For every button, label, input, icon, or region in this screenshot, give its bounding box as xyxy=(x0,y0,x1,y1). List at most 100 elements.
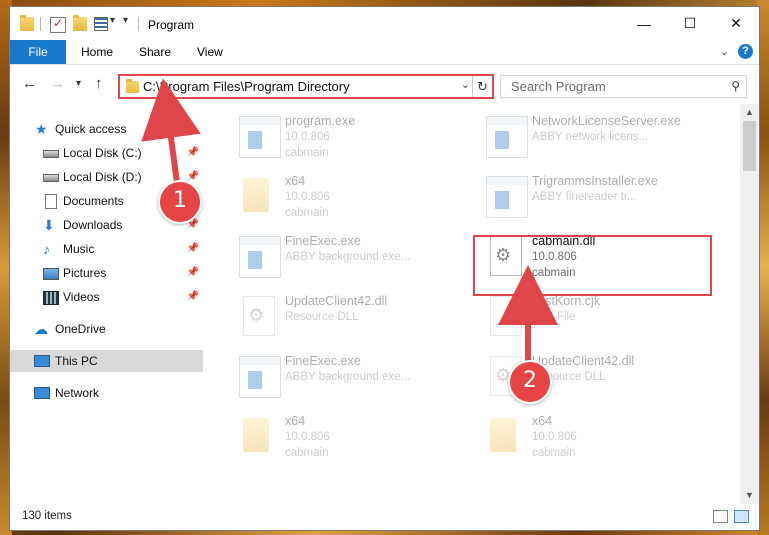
navigation-pane: ★ Quick access Local Disk (C:) 📌 Local D… xyxy=(10,104,203,504)
cloud-icon: ☁ xyxy=(34,321,48,337)
pin-icon[interactable]: 📌 xyxy=(187,238,199,260)
file-name: program.exe xyxy=(285,114,356,128)
divider xyxy=(40,17,41,31)
folder-icon xyxy=(243,178,269,212)
disk-icon xyxy=(43,150,59,158)
sidebar-item-network[interactable]: Network xyxy=(10,382,203,404)
sidebar-item-label: Music xyxy=(63,242,95,256)
close-button[interactable]: ✕ xyxy=(713,7,759,40)
address-bar[interactable]: C:\Program Files\Program Directory ⌄ ↻ xyxy=(118,74,494,99)
highlight-box xyxy=(473,235,712,296)
tab-home[interactable]: Home xyxy=(68,40,126,64)
file-name: x64 xyxy=(285,174,306,188)
new-folder-icon[interactable] xyxy=(73,15,87,31)
view-icon[interactable] xyxy=(94,17,108,31)
minimize-button[interactable]: — xyxy=(621,7,667,40)
file-name: TestKorn.cjk xyxy=(532,294,601,308)
sidebar-item-pictures[interactable]: Pictures 📌 xyxy=(10,262,203,284)
sidebar-item-label: OneDrive xyxy=(55,322,106,336)
folder-icon xyxy=(20,15,34,31)
file-detail: 10.0.806 xyxy=(285,131,330,143)
scroll-up-icon[interactable]: ▲ xyxy=(740,104,759,121)
list-item[interactable]: x64 10.0.806 cabmain xyxy=(233,408,468,462)
folder-icon xyxy=(243,418,269,452)
list-item[interactable]: NetworkLicenseServer.exe ABBY network li… xyxy=(480,108,715,162)
folder-icon xyxy=(126,79,139,93)
forward-button[interactable]: → xyxy=(50,75,65,92)
sidebar-item-label: Network xyxy=(55,386,100,400)
sidebar-item-local-disk-c[interactable]: Local Disk (C:) 📌 xyxy=(10,142,203,164)
folder-icon xyxy=(490,418,516,452)
large-icons-view-button[interactable] xyxy=(734,510,749,523)
file-list: program.exe 10.0.806 cabmain NetworkLice… xyxy=(203,104,740,504)
search-icon[interactable]: ⚲ xyxy=(731,79,740,93)
search-input[interactable] xyxy=(509,78,713,95)
list-item[interactable]: FineExec.exe ABBY background exe... xyxy=(233,348,468,402)
tab-view[interactable]: View xyxy=(184,40,236,64)
file-detail: cabmain xyxy=(285,147,329,159)
computer-icon xyxy=(34,355,50,367)
document-icon xyxy=(45,194,57,209)
details-view-button[interactable] xyxy=(713,510,728,523)
expand-ribbon-icon[interactable]: ⌄ xyxy=(720,45,729,58)
list-item[interactable]: UpdateClient42.dll Resource DLL xyxy=(233,288,468,342)
sidebar-item-label: Videos xyxy=(63,290,100,304)
scroll-down-icon[interactable]: ▼ xyxy=(740,487,759,504)
chevron-down-icon[interactable]: ⌄ xyxy=(461,78,470,91)
file-detail: ABBY background exe... xyxy=(285,251,411,263)
exe-file-icon xyxy=(239,356,281,398)
picture-icon xyxy=(43,268,59,280)
pin-icon[interactable]: 📌 xyxy=(187,262,199,284)
maximize-button[interactable]: ☐ xyxy=(667,7,713,40)
up-button[interactable]: ↑ xyxy=(95,75,103,92)
tab-share[interactable]: Share xyxy=(126,40,184,64)
step-marker-2: 2 xyxy=(508,360,552,404)
customize-toolbar-icon[interactable]: ▾ xyxy=(123,15,128,26)
file-detail: cabmain xyxy=(285,447,329,459)
sidebar-item-videos[interactable]: Videos 📌 xyxy=(10,286,203,308)
help-button[interactable]: ? xyxy=(738,44,753,59)
scroll-thumb[interactable] xyxy=(743,121,756,171)
title-bar: ▾ ▾ Program — ☐ ✕ xyxy=(10,7,759,40)
file-detail: 10.0.806 xyxy=(285,191,330,203)
file-name: UpdateClient42.dll xyxy=(532,354,635,368)
file-detail: cabmain xyxy=(285,207,329,219)
sidebar-item-label: Downloads xyxy=(63,218,123,232)
vertical-scrollbar[interactable]: ▲ ▼ xyxy=(740,104,759,504)
file-detail: cabmain xyxy=(532,447,576,459)
refresh-button[interactable]: ↻ xyxy=(472,76,492,97)
window-title: Program xyxy=(148,18,195,32)
step-marker-1: 1 xyxy=(158,180,202,224)
file-detail: CJK File xyxy=(532,311,576,323)
chevron-down-icon[interactable]: ▾ xyxy=(110,15,115,26)
properties-icon[interactable] xyxy=(50,16,66,33)
sidebar-item-label: Quick access xyxy=(55,122,127,136)
list-item[interactable]: TestKorn.cjk CJK File xyxy=(480,288,715,342)
sidebar-item-label: Local Disk (D:) xyxy=(63,170,142,184)
search-box[interactable]: ⚲ xyxy=(500,75,747,98)
list-item[interactable]: FineExec.exe ABBY background exe... xyxy=(233,228,468,282)
address-path[interactable]: C:\Program Files\Program Directory xyxy=(143,79,350,94)
list-item[interactable]: x64 10.0.806 cabmain xyxy=(233,168,468,222)
tab-file[interactable]: File xyxy=(10,40,66,64)
list-item[interactable]: program.exe 10.0.806 cabmain xyxy=(233,108,468,162)
recent-locations-icon[interactable]: ▾ xyxy=(76,78,81,89)
navigation-bar: ← → ▾ ↑ C:\Program Files\Program Directo… xyxy=(10,65,759,103)
file-detail: ABBY network licens... xyxy=(532,131,649,143)
sidebar-item-this-pc[interactable]: This PC xyxy=(10,350,203,372)
file-name: FineExec.exe xyxy=(285,234,361,248)
list-item[interactable]: TrigrammsInstaller.exe ABBY finereader t… xyxy=(480,168,715,222)
explorer-window: ▾ ▾ Program — ☐ ✕ File Home Share View ⌄… xyxy=(10,7,759,530)
pin-icon[interactable]: 📌 xyxy=(187,286,199,308)
star-icon: ★ xyxy=(35,121,48,137)
dll-file-icon xyxy=(243,296,275,336)
sidebar-item-onedrive[interactable]: ☁ OneDrive xyxy=(10,318,203,340)
file-name: x64 xyxy=(285,414,306,428)
pin-icon[interactable]: 📌 xyxy=(187,142,199,164)
file-name: FineExec.exe xyxy=(285,354,361,368)
back-button[interactable]: ← xyxy=(22,75,37,92)
item-count: 130 items xyxy=(22,510,72,522)
sidebar-item-music[interactable]: ♪ Music 📌 xyxy=(10,238,203,260)
sidebar-item-quick-access[interactable]: ★ Quick access xyxy=(10,118,203,140)
list-item[interactable]: x64 10.0.806 cabmain xyxy=(480,408,715,462)
